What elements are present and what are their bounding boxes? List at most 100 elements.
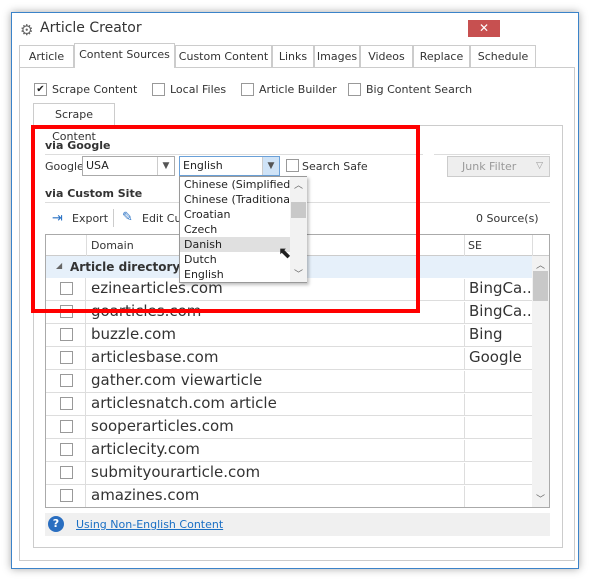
domain-cell: articlesbase.com (91, 348, 219, 366)
table-row[interactable]: buzzle.com Bing (46, 324, 532, 347)
row-checkbox-cell (46, 485, 86, 507)
scroll-thumb[interactable] (291, 202, 306, 218)
language-option[interactable]: Chinese (Traditional) (180, 192, 297, 207)
domain-cell: amazines.com (91, 486, 200, 504)
language-value: English (183, 159, 223, 172)
domain-cell: goarticles.com (91, 302, 202, 320)
se-cell (464, 371, 532, 393)
grid-scrollbar[interactable]: ︿ ﹀ (532, 256, 549, 507)
export-icon: ⇥ (52, 211, 63, 226)
search-safe-label: Search Safe (302, 160, 368, 173)
edit-custom-button[interactable]: Edit Cu (142, 212, 181, 225)
domain-cell: articlesnatch.com article (91, 394, 277, 412)
domain-cell: submityourarticle.com (91, 463, 261, 481)
column-se[interactable]: SE (468, 239, 482, 252)
language-option[interactable]: Chinese (Simplified) (180, 177, 295, 192)
gear-icon: ⚙ (20, 21, 34, 39)
se-cell: BingCa... (464, 302, 532, 324)
language-option[interactable]: Danish (180, 237, 290, 252)
edit-icon: ✎ (122, 210, 133, 225)
tab-links[interactable]: Links (272, 45, 314, 67)
tab-article[interactable]: Article (19, 45, 74, 67)
country-select[interactable]: USA ▼ (82, 156, 175, 176)
group-label: Article directory (70, 260, 181, 274)
junk-filter-label: Junk Filter (462, 160, 517, 173)
row-checkbox[interactable] (60, 328, 73, 341)
article-creator-window: ⚙ Article Creator ✕ ✔ Scrape Content Local… (11, 12, 579, 569)
footer-bar: ? Using Non-English Content (45, 513, 550, 536)
close-button[interactable]: ✕ (468, 20, 500, 37)
row-checkbox[interactable] (60, 466, 73, 479)
row-checkbox-cell (46, 462, 86, 484)
window-title: Article Creator (40, 20, 142, 36)
source-count: 0 Source(s) (476, 212, 539, 225)
row-checkbox-cell (46, 439, 86, 461)
domain-cell: gather.com viewarticle (91, 371, 263, 389)
scroll-down-icon[interactable]: ﹀ (536, 492, 545, 505)
tab-schedule[interactable]: Schedule (470, 45, 536, 67)
table-row[interactable]: articlesbase.com Google (46, 347, 532, 370)
checkbox-local-files[interactable] (152, 83, 165, 96)
export-button[interactable]: Export (72, 212, 108, 225)
language-option[interactable]: Czech (180, 222, 290, 237)
row-checkbox[interactable] (60, 397, 73, 410)
se-cell (464, 486, 532, 507)
scroll-thumb[interactable] (533, 271, 548, 301)
tab-videos[interactable]: Videos (360, 45, 413, 67)
table-row[interactable]: gather.com viewarticle (46, 370, 532, 393)
tab-replace[interactable]: Replace (413, 45, 470, 67)
row-checkbox-cell (46, 301, 86, 323)
tab-custom-content[interactable]: Custom Content (175, 45, 272, 67)
domain-cell: buzzle.com (91, 325, 176, 343)
se-cell: BingCa... (464, 279, 532, 301)
row-checkbox[interactable] (60, 420, 73, 433)
google-label: Google (45, 160, 84, 173)
source-label: Scrape Content (52, 83, 138, 96)
junk-filter-button[interactable]: Junk Filter ▽ (447, 156, 550, 177)
search-safe-checkbox[interactable] (286, 159, 299, 172)
se-cell (464, 394, 532, 416)
source-label: Big Content Search (366, 83, 473, 96)
row-checkbox-cell (46, 347, 86, 369)
table-row[interactable]: goarticles.com BingCa... (46, 301, 532, 324)
source-label: Local Files (170, 83, 227, 96)
row-checkbox[interactable] (60, 282, 73, 295)
language-option[interactable]: Croatian (180, 207, 290, 222)
se-cell: Bing (464, 325, 532, 347)
domain-cell: articlecity.com (91, 440, 200, 458)
language-select[interactable]: English ▼ (179, 156, 280, 176)
non-english-link[interactable]: Using Non-English Content (76, 518, 223, 531)
row-checkbox-cell (46, 393, 86, 415)
dropdown-scrollbar[interactable]: ︿ ﹀ (290, 177, 307, 282)
row-checkbox[interactable] (60, 489, 73, 502)
language-dropdown-list: Chinese (Simplified) Chinese (Traditional… (179, 176, 307, 283)
tab-content-sources[interactable]: Content Sources (74, 43, 175, 68)
scroll-up-icon[interactable]: ︿ (536, 258, 545, 271)
checkbox-scrape-content[interactable]: ✔ (34, 83, 47, 96)
scroll-down-icon[interactable]: ﹀ (294, 267, 303, 280)
table-row[interactable]: sooperarticles.com (46, 416, 532, 439)
table-row[interactable]: articlecity.com (46, 439, 532, 462)
tab-scrape-content[interactable]: Scrape Content (33, 103, 115, 143)
checkbox-big-content-search[interactable] (348, 83, 361, 96)
row-checkbox[interactable] (60, 305, 73, 318)
row-checkbox[interactable] (60, 351, 73, 364)
checkbox-article-builder[interactable] (241, 83, 254, 96)
se-cell (464, 440, 532, 462)
row-checkbox[interactable] (60, 443, 73, 456)
help-icon: ? (48, 516, 64, 532)
row-checkbox-cell (46, 324, 86, 346)
scroll-up-icon[interactable]: ︿ (294, 178, 303, 191)
se-cell (464, 417, 532, 439)
language-option[interactable]: English (180, 267, 290, 282)
table-row[interactable]: submityourarticle.com (46, 462, 532, 485)
dropdown-arrow-icon: ▽ (536, 161, 543, 171)
row-checkbox[interactable] (60, 374, 73, 387)
column-domain[interactable]: Domain (91, 239, 134, 252)
row-checkbox-cell (46, 370, 86, 392)
se-cell (464, 463, 532, 485)
table-row[interactable]: articlesnatch.com article (46, 393, 532, 416)
table-row[interactable]: amazines.com (46, 485, 532, 507)
tab-images[interactable]: Images (314, 45, 360, 67)
language-option[interactable]: Dutch (180, 252, 290, 267)
